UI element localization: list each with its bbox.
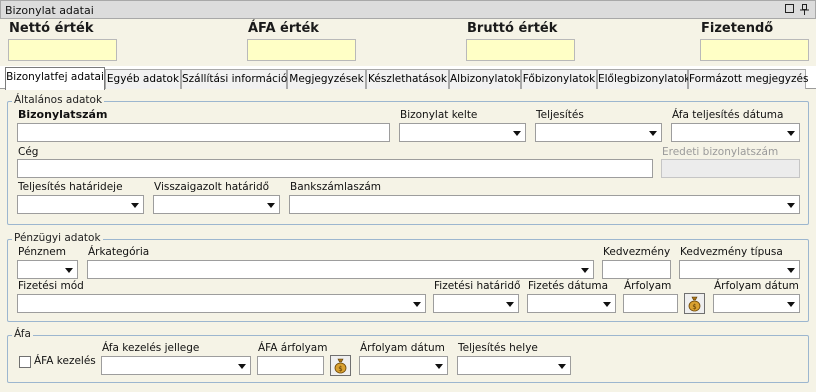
chevron-down-icon (267, 203, 275, 208)
kelte-label: Bizonylat kelte (400, 109, 478, 121)
bizonylatszam-input[interactable] (17, 123, 390, 142)
window-titlebar: Bizonylat adatai (0, 0, 816, 19)
telj-helye-label: Teljesítés helye (458, 342, 538, 354)
teljesites-label: Teljesítés (536, 109, 584, 121)
fiz-hatarido-dropdown[interactable] (433, 294, 519, 313)
tab-formazott[interactable]: Formázott megjegyzés (688, 69, 808, 89)
kedv-tipus-label: Kedvezmény típusa (680, 246, 783, 258)
eredeti-input (661, 159, 800, 178)
currency-rate-button[interactable]: $ (684, 293, 705, 314)
restore-icon[interactable] (784, 4, 795, 15)
tab-fobizonylatok[interactable]: Főbizonylatok (521, 69, 597, 89)
money-bag-icon: $ (688, 296, 701, 312)
chevron-down-icon (787, 131, 795, 136)
bankszamla-label: Bankszámlaszám (290, 181, 382, 193)
afa-value (247, 39, 356, 61)
vat-rate-button[interactable]: $ (330, 355, 351, 376)
kedv-tipus-dropdown[interactable] (679, 260, 800, 279)
chevron-down-icon (131, 203, 139, 208)
general-group-title: Általános adatok (12, 94, 105, 106)
afa-kezeles-label: ÁFA kezelés (34, 355, 96, 367)
telj-hatarido-dropdown[interactable] (17, 195, 144, 214)
arfolyam-datum-dropdown[interactable] (713, 294, 800, 313)
chevron-down-icon (558, 364, 566, 369)
fizetendo-label: Fizetendő (701, 21, 774, 36)
kezeles-jellege-label: Áfa kezelés jellege (102, 342, 200, 354)
chevron-down-icon (513, 131, 521, 136)
window-title: Bizonylat adatai (5, 4, 94, 17)
fizetendo-value (700, 39, 809, 61)
teljesites-dropdown[interactable] (535, 123, 662, 142)
arfolyam-input[interactable] (623, 294, 678, 313)
ceg-label: Cég (18, 146, 39, 158)
financial-group-title: Pénzügyi adatok (12, 232, 103, 244)
brutto-value (466, 39, 575, 61)
tab-megjegyzesek[interactable]: Megjegyzések (287, 69, 366, 89)
chevron-down-icon (787, 302, 795, 307)
telj-hatarido-label: Teljesítés határideje (18, 181, 123, 193)
totals-strip (0, 19, 816, 66)
arkategoria-dropdown[interactable] (87, 260, 594, 279)
afa-arfolyam-input[interactable] (257, 356, 324, 375)
tab-eloleg[interactable]: Előlegbizonylatok (597, 69, 690, 89)
vat-group-title: Áfa (12, 328, 33, 340)
chevron-down-icon (787, 203, 795, 208)
penznem-dropdown[interactable] (17, 260, 78, 279)
telj-helye-dropdown[interactable] (457, 356, 571, 375)
bankszamla-dropdown[interactable] (289, 195, 800, 214)
afa-telj-datum-dropdown[interactable] (671, 123, 800, 142)
tab-szallitasi[interactable]: Szállítási információk (181, 69, 293, 89)
vat-arfolyam-datum-dropdown[interactable] (359, 356, 448, 375)
afa-telj-datum-label: Áfa teljesítés dátuma (672, 109, 784, 121)
arkategoria-label: Árkategória (88, 246, 150, 258)
chevron-down-icon (238, 364, 246, 369)
tab-albizonylatok[interactable]: Albizonylatok (449, 69, 521, 89)
afa-arfolyam-label: ÁFA árfolyam (258, 342, 328, 354)
fizetesi-mod-label: Fizetési mód (18, 280, 84, 292)
chevron-down-icon (506, 302, 514, 307)
chevron-down-icon (413, 302, 421, 307)
penznem-label: Pénznem (18, 246, 66, 258)
svg-text:$: $ (338, 365, 342, 373)
chevron-down-icon (435, 364, 443, 369)
visszaigazolt-label: Visszaigazolt határidő (154, 181, 270, 193)
pin-icon[interactable] (799, 4, 810, 15)
vat-arfolyam-datum-label: Árfolyam dátum (360, 342, 445, 354)
kedvezmeny-input[interactable] (602, 260, 671, 279)
kedvezmeny-label: Kedvezmény (603, 246, 671, 258)
visszaigazolt-dropdown[interactable] (153, 195, 280, 214)
fiz-datum-dropdown[interactable] (527, 294, 616, 313)
ceg-input[interactable] (17, 159, 653, 178)
bizonylatszam-label: Bizonylatszám (18, 108, 108, 121)
chevron-down-icon (65, 268, 73, 273)
kelte-dropdown[interactable] (399, 123, 526, 142)
fiz-hatarido-label: Fizetési határidő (434, 280, 521, 292)
arfolyam-label: Árfolyam (624, 280, 672, 292)
kezeles-jellege-dropdown[interactable] (101, 356, 251, 375)
chevron-down-icon (649, 131, 657, 136)
chevron-down-icon (787, 268, 795, 273)
brutto-label: Bruttó érték (467, 21, 558, 36)
netto-value (8, 39, 117, 61)
afa-label: ÁFA érték (248, 21, 319, 36)
arfolyam-datum-label: Árfolyam dátum (714, 280, 799, 292)
afa-kezeles-checkbox[interactable] (19, 356, 31, 368)
chevron-down-icon (581, 268, 589, 273)
eredeti-label: Eredeti bizonylatszám (662, 146, 779, 158)
fizetesi-mod-dropdown[interactable] (17, 294, 426, 313)
chevron-down-icon (603, 302, 611, 307)
svg-text:$: $ (692, 303, 696, 311)
tab-egyeb-adatok[interactable]: Egyéb adatok (105, 69, 181, 89)
money-bag-icon: $ (334, 358, 347, 374)
netto-label: Nettó érték (9, 21, 94, 36)
fiz-datum-label: Fizetés dátuma (528, 280, 609, 292)
tab-keszlethatasok[interactable]: Készlethatások (366, 69, 449, 89)
tab-bizonylatfej[interactable]: Bizonylatfej adatai (5, 67, 105, 90)
